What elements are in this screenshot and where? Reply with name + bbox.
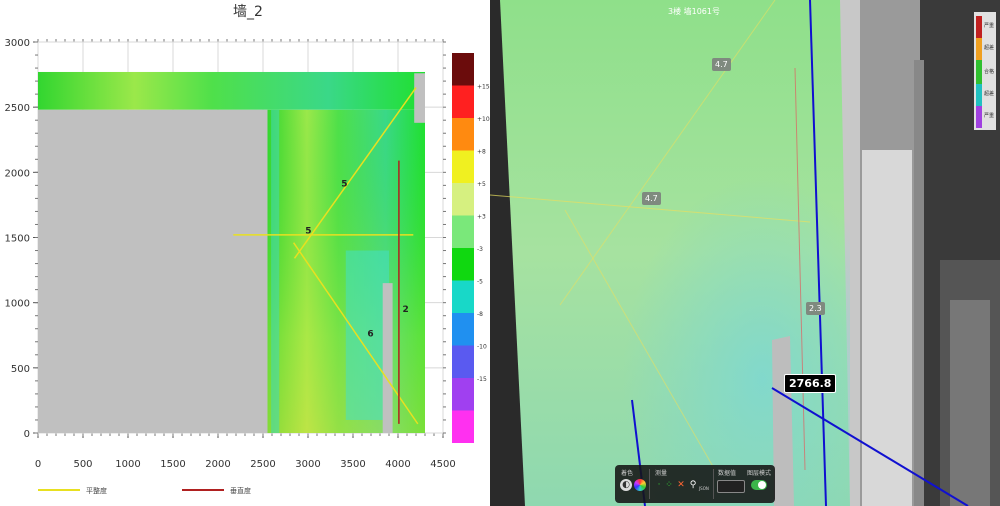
delete-measure-icon[interactable]: ✕ <box>675 479 687 491</box>
color-scale-label: +5 <box>477 181 486 188</box>
color-scale-label: +15 <box>477 84 490 91</box>
color-scale-swatch <box>452 248 474 281</box>
deviation-value-label: 5 <box>305 227 311 237</box>
line-measure-icon[interactable]: ⁘ <box>663 479 675 491</box>
scan-title: 3楼 墙1061号 <box>668 7 720 16</box>
color-scale: +15 +10 +8 +5 +3 -3 -5 -8 -10 -15 <box>452 53 490 443</box>
flatness-toggle-icon[interactable]: ◐ <box>620 479 632 491</box>
location-pin-icon[interactable]: ⚲ <box>687 479 699 491</box>
x-tick-label: 2000 <box>205 459 230 470</box>
deviation-callout: 4.7 <box>712 58 731 71</box>
color-scale-swatch <box>452 378 474 411</box>
plot-area: 0 500 1000 1500 2000 2500 3000 3500 4000 4500 0 500… <box>5 38 456 470</box>
legend-swatch <box>976 84 982 106</box>
x-tick-label: 1000 <box>115 459 140 470</box>
wall-top-band <box>38 71 425 110</box>
color-scale-label: +10 <box>477 116 490 123</box>
color-scale-swatch <box>452 53 474 86</box>
color-scale-swatch <box>452 410 474 443</box>
deviation-callout: 2.3 <box>806 302 825 315</box>
layer-mode-label: 图层模式 <box>747 470 772 477</box>
color-scale-swatch <box>452 313 474 346</box>
distance-measurement-label[interactable]: 2766.8 <box>784 374 837 393</box>
legend-horizontal-label: 平整度 <box>86 486 107 495</box>
color-scale-label: -8 <box>477 311 483 318</box>
x-tick-label: 3000 <box>295 459 320 470</box>
legend-label: 超差 <box>984 45 995 51</box>
y-tick-label: 2000 <box>5 168 30 179</box>
deviation-value-label: 5 <box>341 180 347 190</box>
deviation-value-label: 6 <box>367 330 373 340</box>
y-tick-label: 0 <box>24 429 30 440</box>
coloring-label: 着色 <box>621 470 634 477</box>
color-scale-label: +3 <box>477 214 486 221</box>
color-scale-label: -5 <box>477 279 483 286</box>
y-tick-label: 500 <box>11 364 30 375</box>
color-scale-swatch <box>452 183 474 216</box>
legend-swatch <box>976 106 982 128</box>
scan-viewport[interactable] <box>490 0 1000 506</box>
wall-seam <box>271 109 280 434</box>
top-corner-gap <box>414 73 425 123</box>
y-tick-label: 3000 <box>5 38 30 49</box>
color-scale-label: +8 <box>477 149 486 156</box>
data-value-label: 数据值 <box>718 470 737 477</box>
color-palette-icon[interactable] <box>634 479 646 491</box>
x-tick-label: 500 <box>73 459 92 470</box>
color-scale-label: -3 <box>477 246 483 253</box>
view-toolbar: 着色 ◐ 测量 · ⁘ ✕ ⚲ JSON 数据值 图层模式 <box>615 465 775 503</box>
legend-label: 超差 <box>984 91 995 97</box>
door-post <box>382 283 393 433</box>
color-scale-label: -15 <box>477 376 487 383</box>
color-scale-swatch <box>452 118 474 151</box>
color-scale-label: -10 <box>477 344 487 351</box>
layer-mode-toggle[interactable] <box>751 480 767 490</box>
deviation-value-label: 2 <box>403 305 409 315</box>
color-scale-swatch <box>452 150 474 183</box>
deviation-chart-panel: 0 500 1000 1500 2000 2500 3000 3500 4000 4500 0 500… <box>0 0 490 506</box>
data-value-input[interactable] <box>717 480 745 493</box>
legend-vertical-label: 垂直度 <box>230 486 251 495</box>
color-scale-swatch <box>452 280 474 313</box>
color-scale-swatch <box>452 345 474 378</box>
legend-label: 严重 <box>984 23 995 29</box>
legend-label: 严重 <box>984 113 995 119</box>
opening-region <box>38 109 268 434</box>
x-tick-label: 3500 <box>340 459 365 470</box>
status-legend: 严重 超差 合格 超差 严重 <box>974 12 996 130</box>
y-tick-label: 1500 <box>5 234 30 245</box>
color-scale-swatch <box>452 85 474 118</box>
toolbar-divider <box>713 469 714 499</box>
scan-view-panel[interactable]: 3楼 墙1061号 4.7 4.7 2.3 2766.8 严重 超差 合格 超差… <box>490 0 1000 506</box>
x-tick-label: 1500 <box>160 459 185 470</box>
y-tick-label: 1000 <box>5 299 30 310</box>
toolbar-divider <box>649 469 650 499</box>
y-tick-label: 2500 <box>5 103 30 114</box>
deviation-chart: 0 500 1000 1500 2000 2500 3000 3500 4000 4500 0 500… <box>5 4 490 495</box>
legend-swatch <box>976 16 982 38</box>
legend-swatch <box>976 38 982 60</box>
legend-label: 合格 <box>984 69 995 75</box>
x-tick-label: 4000 <box>385 459 410 470</box>
chart-title: 墙_2 <box>233 4 263 20</box>
deviation-callout: 4.7 <box>642 192 661 205</box>
color-scale-swatch <box>452 215 474 248</box>
x-tick-label: 0 <box>35 459 41 470</box>
x-tick-label: 2500 <box>250 459 275 470</box>
x-tick-label: 4500 <box>430 459 455 470</box>
legend-swatch <box>976 60 982 84</box>
measure-label: 测量 <box>655 470 668 477</box>
unit-label: JSON <box>699 486 709 491</box>
